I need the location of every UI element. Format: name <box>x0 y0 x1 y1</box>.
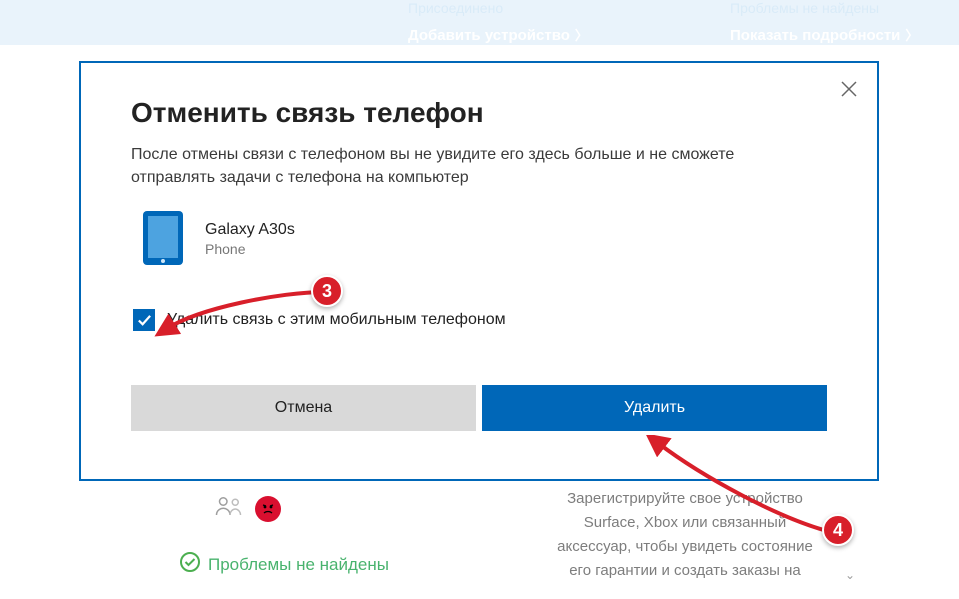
device-name: Galaxy A30s <box>205 221 295 239</box>
bg-line: Surface, Xbox или связанный <box>525 511 845 535</box>
bg-line: Зарегистрируйте свое устройство <box>525 487 845 511</box>
annotation-marker-4: 4 <box>822 514 854 546</box>
header-links: Присоединено Добавить устройство 〉 Пробле… <box>0 0 959 45</box>
background-card-left: Проблемы не найдены <box>160 495 480 575</box>
unlink-checkbox-label: Удалить связь с этим мобильным телефоном <box>167 311 506 329</box>
phone-device-icon <box>143 211 185 267</box>
chevron-down-icon[interactable]: ⌄ <box>845 566 855 585</box>
annotation-marker-3: 3 <box>311 275 343 307</box>
chevron-right-icon: 〉 <box>905 28 918 43</box>
bg-line: его гарантии и создать заказы на <box>525 559 845 583</box>
show-details-label: Показать подробности <box>730 27 900 44</box>
add-device-label: Добавить устройство <box>408 27 570 44</box>
device-type: Phone <box>205 241 295 257</box>
dialog-body: После отмены связи с телефоном вы не уви… <box>131 143 791 189</box>
show-details-link[interactable]: Показать подробности 〉 <box>730 25 918 44</box>
chevron-right-icon: 〉 <box>575 28 588 43</box>
unlink-checkbox[interactable] <box>133 309 155 331</box>
people-icon <box>215 495 245 522</box>
unlink-phone-dialog: Отменить связь телефон После отмены связ… <box>79 61 879 481</box>
bg-line: аксессуар, чтобы увидеть состояние <box>525 535 845 559</box>
background-card-right: Зарегистрируйте свое устройство Surface,… <box>525 487 845 583</box>
header-sub-1: Присоединено <box>408 0 503 16</box>
dialog-title: Отменить связь телефон <box>131 97 827 129</box>
angry-face-icon <box>255 496 281 522</box>
close-button[interactable] <box>839 79 859 99</box>
check-circle-icon <box>180 552 200 577</box>
header-sub-2: Проблемы не найдены <box>730 0 879 16</box>
no-problems-label: Проблемы не найдены <box>208 555 389 575</box>
add-device-link[interactable]: Добавить устройство 〉 <box>408 25 588 44</box>
device-row: Galaxy A30s Phone <box>143 211 827 267</box>
cancel-button[interactable]: Отмена <box>131 385 476 431</box>
delete-button[interactable]: Удалить <box>482 385 827 431</box>
